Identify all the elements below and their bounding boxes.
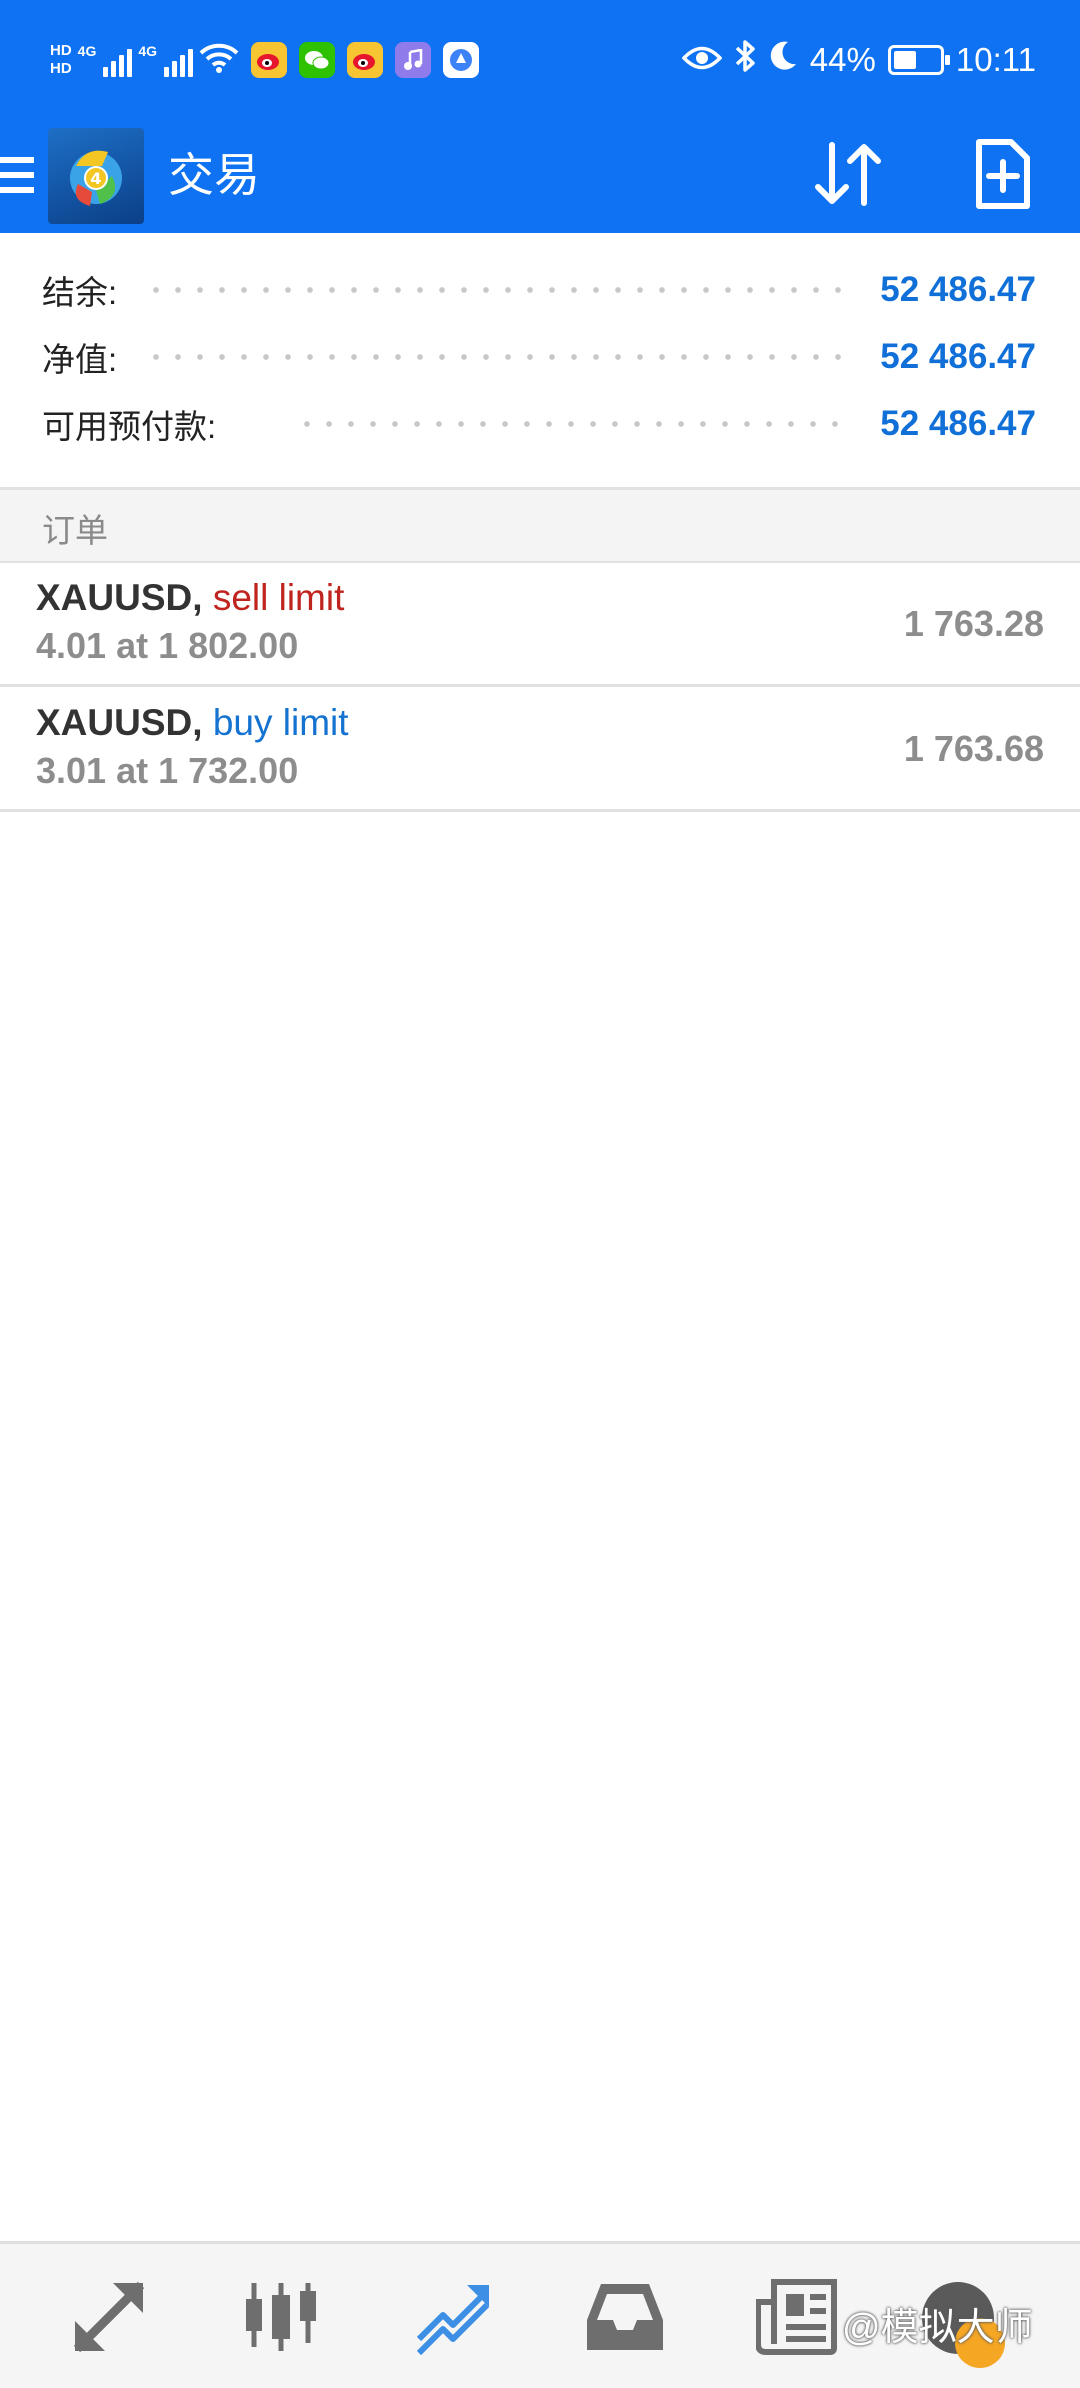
balance-row: 结余: 52 486.47 (42, 257, 1036, 323)
nav-quotes[interactable] (64, 2274, 154, 2364)
battery-fill (893, 51, 916, 69)
signal-2-icon: 4G (138, 43, 194, 77)
menu-icon-line-3 (0, 187, 34, 193)
order-symbol: XAUUSD, (36, 702, 203, 743)
new-order-button[interactable] (955, 128, 1051, 224)
quotes-icon (69, 2277, 149, 2362)
order-type: buy limit (212, 702, 349, 743)
dotted-leader (296, 421, 853, 427)
order-detail: 4.01 at 1 802.00 (36, 625, 299, 666)
music-app-icon (395, 42, 432, 78)
weibo-app-icon-2 (347, 42, 384, 78)
top-bar: HD HD 4G 4G 44% 10:11 4 交易 (0, 0, 1080, 233)
battery-percent: 44% (809, 41, 876, 78)
dotted-leader (145, 287, 853, 293)
balance-value: 52 486.47 (880, 270, 1036, 309)
sort-button[interactable] (800, 128, 896, 224)
chart-icon (240, 2277, 322, 2362)
orders-section-header: 订单 (0, 487, 1080, 563)
order-row[interactable]: XAUUSD, sell limit 4.01 at 1 802.00 1 76… (0, 563, 1080, 687)
status-left: HD HD 4G 4G (50, 34, 480, 86)
nav-chart[interactable] (236, 2274, 326, 2364)
equity-row: 净值: 52 486.47 (42, 324, 1036, 390)
history-icon (585, 2280, 665, 2359)
sort-icon (808, 139, 888, 214)
signal-1-icon: 4G (78, 43, 133, 77)
bluetooth-icon (734, 39, 756, 81)
order-type: sell limit (212, 577, 345, 618)
nav-news[interactable] (752, 2274, 842, 2364)
battery-icon (887, 45, 950, 75)
equity-label: 净值: (42, 341, 118, 378)
order-row[interactable]: XAUUSD, buy limit 3.01 at 1 732.00 1 763… (0, 688, 1080, 812)
svg-text:4: 4 (90, 169, 101, 188)
wechat-app-icon (299, 42, 336, 78)
order-title: XAUUSD, sell limit (36, 577, 344, 619)
browser-app-icon (443, 42, 480, 78)
news-icon (755, 2278, 838, 2361)
order-symbol: XAUUSD, (36, 577, 203, 618)
add-document-icon (973, 138, 1033, 215)
equity-value: 52 486.47 (880, 337, 1036, 376)
weibo-app-icon (251, 42, 288, 78)
menu-button[interactable] (0, 140, 34, 210)
dotted-leader (145, 354, 853, 360)
free-margin-row: 可用预付款: 52 486.47 (42, 391, 1036, 457)
menu-icon-line-1 (0, 157, 34, 163)
network-indicator: HD HD (50, 42, 72, 78)
network-label-2: HD (50, 60, 72, 77)
balance-label: 结余: (42, 274, 118, 311)
orders-section-title: 订单 (42, 512, 108, 549)
order-current-price: 1 763.68 (903, 728, 1044, 769)
app-bar: 4 交易 (0, 118, 1080, 233)
metatrader-logo[interactable]: 4 (48, 128, 144, 224)
clock: 10:11 (955, 41, 1036, 78)
eye-icon (681, 41, 723, 79)
signal-1-label: 4G (77, 43, 97, 59)
order-title: XAUUSD, buy limit (36, 702, 349, 744)
watermark-text: @模拟大师 (842, 2307, 1033, 2349)
status-bar: HD HD 4G 4G 44% 10:11 (0, 0, 1080, 118)
free-margin-label: 可用预付款: (42, 408, 217, 445)
trade-icon (413, 2277, 493, 2362)
account-summary: 结余: 52 486.47 净值: 52 486.47 可用预付款: 52 48… (0, 233, 1080, 487)
page-title: 交易 (168, 149, 260, 201)
nav-history[interactable] (580, 2274, 670, 2364)
signal-2-label: 4G (138, 43, 158, 59)
network-label-1: HD (50, 42, 72, 59)
order-current-price: 1 763.28 (903, 603, 1044, 644)
status-right: 44% 10:11 (681, 34, 1036, 86)
free-margin-value: 52 486.47 (880, 404, 1036, 443)
menu-icon-line-2 (0, 172, 34, 178)
nav-trade[interactable] (408, 2274, 498, 2364)
moon-icon (768, 40, 798, 80)
wifi-icon (199, 42, 239, 79)
order-detail: 3.01 at 1 732.00 (36, 750, 299, 791)
